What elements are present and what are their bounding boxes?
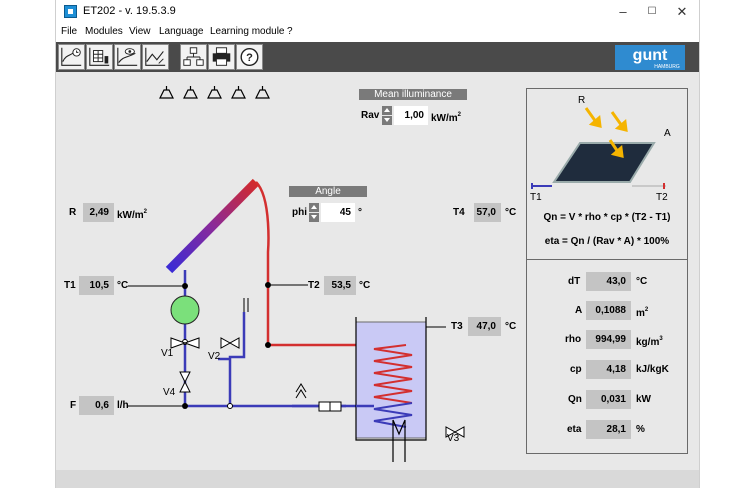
close-button[interactable]: ✕ bbox=[668, 3, 696, 21]
sensor-t4-unit: °C bbox=[505, 207, 517, 218]
window-title: ET202 - v. 19.5.3.9 bbox=[83, 5, 176, 17]
result-dt-value: 43,0 bbox=[586, 272, 631, 291]
result-a-value: 0,1088 bbox=[586, 301, 631, 320]
menu-modules[interactable]: Modules bbox=[85, 26, 123, 37]
sensor-t3-value: 47,0 bbox=[468, 317, 501, 336]
menu-view[interactable]: View bbox=[129, 26, 151, 37]
svg-text:HAMBURG: HAMBURG bbox=[654, 64, 680, 70]
sensor-t2-label: T2 bbox=[308, 280, 320, 291]
valve-v3-label: V3 bbox=[447, 433, 460, 444]
sensor-r-value: 2,49 bbox=[83, 203, 114, 222]
result-dt-unit: °C bbox=[636, 276, 648, 287]
illuminance-spinner[interactable] bbox=[382, 106, 392, 125]
illuminance-input[interactable]: 1,00 bbox=[394, 106, 428, 125]
sensor-t4-value: 57,0 bbox=[474, 203, 501, 222]
storage-tank bbox=[355, 321, 427, 439]
main-canvas: Mean illuminance Rav 1,00 kW/m2 Angle ph… bbox=[56, 72, 699, 470]
menu-learning-module[interactable]: Learning module bbox=[210, 26, 285, 37]
lamp-icons bbox=[159, 86, 270, 99]
app-window: ET202 - v. 19.5.3.9 – ☐ ✕ File Modules V… bbox=[55, 0, 700, 488]
sensor-t4-label: T4 bbox=[453, 207, 465, 218]
sensor-f-value: 0,6 bbox=[79, 396, 114, 415]
chart-view-icon[interactable] bbox=[114, 44, 141, 70]
result-cp-unit: kJ/kgK bbox=[636, 364, 669, 375]
collector-diagram: R A T1 T2 bbox=[530, 95, 671, 203]
minimize-button[interactable]: – bbox=[609, 3, 637, 21]
result-dt-label: dT bbox=[568, 276, 581, 287]
sensor-t2-value: 53,5 bbox=[324, 276, 356, 295]
result-eta-unit: % bbox=[636, 424, 645, 435]
result-eta-label: eta bbox=[567, 424, 582, 435]
valve-v2-label: V2 bbox=[208, 351, 221, 362]
title-bar: ET202 - v. 19.5.3.9 – ☐ ✕ bbox=[56, 0, 699, 24]
sensor-r-label: R bbox=[69, 207, 77, 218]
angle-spinner[interactable] bbox=[309, 203, 319, 222]
result-a-unit: m2 bbox=[636, 307, 649, 319]
svg-text:T2: T2 bbox=[656, 192, 668, 203]
sensor-t2-unit: °C bbox=[359, 280, 371, 291]
valve-v4-label: V4 bbox=[163, 387, 176, 398]
angle-title: Angle bbox=[289, 186, 367, 197]
result-qn-value: 0,031 bbox=[586, 390, 631, 409]
sensor-f-unit: l/h bbox=[117, 400, 129, 411]
chart-compare-icon[interactable] bbox=[142, 44, 169, 70]
result-qn-label: Qn bbox=[568, 394, 582, 405]
illuminance-unit: kW/m2 bbox=[431, 112, 462, 124]
status-bar bbox=[56, 470, 699, 488]
sensor-r-unit: kW/m2 bbox=[117, 209, 148, 221]
info-panel-divider bbox=[526, 259, 688, 260]
pump-icon bbox=[170, 295, 200, 325]
formula-qn: Qn = V * rho * cp * (T2 - T1) bbox=[543, 212, 671, 223]
result-qn-unit: kW bbox=[636, 394, 651, 405]
sensor-t3-unit: °C bbox=[505, 321, 517, 332]
sensor-t3-label: T3 bbox=[451, 321, 463, 332]
result-cp-label: cp bbox=[570, 364, 582, 375]
valve-v1-label: V1 bbox=[161, 348, 174, 359]
angle-unit: ° bbox=[358, 207, 362, 218]
maximize-button[interactable]: ☐ bbox=[638, 3, 666, 21]
gunt-logo: gunt HAMBURG bbox=[615, 45, 685, 70]
sensor-t1-unit: °C bbox=[117, 280, 129, 291]
sensor-t1-value: 10,5 bbox=[79, 276, 114, 295]
result-eta-value: 28,1 bbox=[586, 420, 631, 439]
chart-time-icon[interactable] bbox=[58, 44, 85, 70]
menu-file[interactable]: File bbox=[61, 26, 77, 37]
svg-text:A: A bbox=[664, 128, 671, 139]
menu-bar: File Modules View Language Learning modu… bbox=[56, 24, 699, 40]
formula-eta: eta = Qn / (Rav * A) * 100% bbox=[544, 236, 670, 247]
menu-language[interactable]: Language bbox=[159, 26, 204, 37]
svg-text:T1: T1 bbox=[530, 192, 542, 203]
help-icon[interactable]: ? bbox=[236, 44, 263, 70]
menu-help[interactable]: ? bbox=[287, 26, 293, 37]
angle-input[interactable]: 45 bbox=[321, 203, 355, 222]
illuminance-label: Rav bbox=[361, 110, 380, 121]
sensor-f-label: F bbox=[70, 400, 77, 411]
svg-text:gunt: gunt bbox=[633, 47, 668, 64]
svg-text:R: R bbox=[578, 95, 585, 106]
result-rho-unit: kg/m3 bbox=[636, 336, 663, 348]
illuminance-title: Mean illuminance bbox=[359, 89, 467, 100]
solar-collector bbox=[165, 178, 260, 274]
printer-icon[interactable] bbox=[208, 44, 235, 70]
chart-table-icon[interactable] bbox=[86, 44, 113, 70]
result-rho-label: rho bbox=[565, 334, 582, 345]
network-icon[interactable] bbox=[180, 44, 207, 70]
svg-text:?: ? bbox=[246, 52, 253, 64]
result-a-label: A bbox=[575, 305, 583, 316]
app-icon bbox=[64, 5, 77, 18]
result-cp-value: 4,18 bbox=[586, 360, 631, 379]
sensor-t1-label: T1 bbox=[64, 280, 76, 291]
result-rho-value: 994,99 bbox=[586, 330, 631, 349]
toolbar: ? gunt HAMBURG bbox=[56, 42, 699, 72]
angle-label: phi bbox=[292, 207, 307, 218]
